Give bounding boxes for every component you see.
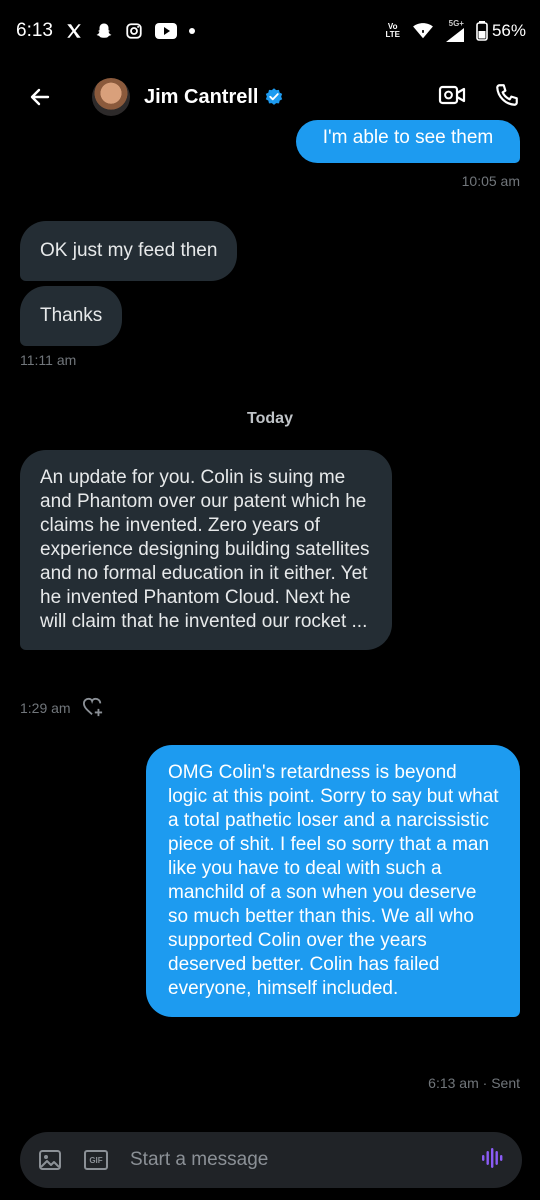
gif-button[interactable]: GIF [84,1150,108,1170]
message-thread[interactable]: I'm able to see them 10:05 am OK just my… [0,120,540,1120]
snapchat-icon [95,22,113,40]
message-input[interactable]: Start a message [130,1149,480,1171]
outgoing-message-bubble[interactable]: OMG Colin's retardness is beyond logic a… [146,745,520,1017]
outgoing-message-bubble[interactable]: I'm able to see them [296,120,520,163]
instagram-icon [125,22,143,40]
message-text: An update for you. Colin is suing me and… [40,467,370,632]
status-left: 6:13 [16,20,195,42]
volte-icon: Vo LTE [385,23,400,39]
status-bar: 6:13 Vo LTE 5G+ 56% [0,0,540,62]
verified-badge-icon [264,87,284,107]
phone-icon [496,83,518,106]
network-type-label: 5G+ [448,19,464,28]
back-arrow-icon [30,88,50,106]
video-call-icon [438,85,466,104]
day-separator: Today [247,410,293,427]
status-right: Vo LTE 5G+ 56% [385,20,526,42]
voice-message-button[interactable] [480,1146,504,1175]
incoming-message-bubble[interactable]: Thanks [20,286,123,346]
status-time: 6:13 [16,20,53,41]
cellular-signal-icon: 5G+ [445,19,464,42]
gif-icon: GIF [84,1150,108,1170]
message-timestamp: 1:29 am [20,700,71,716]
react-heart-button[interactable] [82,697,104,722]
wifi-icon [412,22,434,40]
contact-name[interactable]: Jim Cantrell [144,86,258,109]
message-text: Thanks [40,305,103,326]
image-icon [39,1150,61,1170]
x-app-icon [65,22,83,40]
message-status: 6:13 am · Sent [428,1075,520,1091]
back-button[interactable] [20,77,60,117]
battery-icon: 56% [476,21,526,41]
voice-call-button[interactable] [494,82,520,113]
message-text: I'm able to see them [322,127,494,148]
video-call-button[interactable] [438,83,466,112]
message-text: OK just my feed then [40,240,218,261]
add-image-button[interactable] [38,1148,62,1172]
avatar[interactable] [92,78,130,116]
youtube-icon [154,23,177,39]
heart-plus-icon [82,697,103,717]
message-text: OMG Colin's retardness is beyond logic a… [168,762,499,999]
incoming-message-bubble[interactable]: OK just my feed then [20,221,238,281]
voice-wave-icon [482,1147,503,1168]
incoming-message-bubble[interactable]: An update for you. Colin is suing me and… [20,450,392,650]
message-timestamp: 10:05 am [461,173,520,189]
message-timestamp: 11:11 am [20,352,77,368]
battery-percent: 56% [491,21,526,40]
notification-dot-icon [188,28,195,34]
volte-bottom-label: LTE [385,30,400,39]
header-actions [438,82,520,113]
message-composer: GIF Start a message [20,1132,522,1188]
